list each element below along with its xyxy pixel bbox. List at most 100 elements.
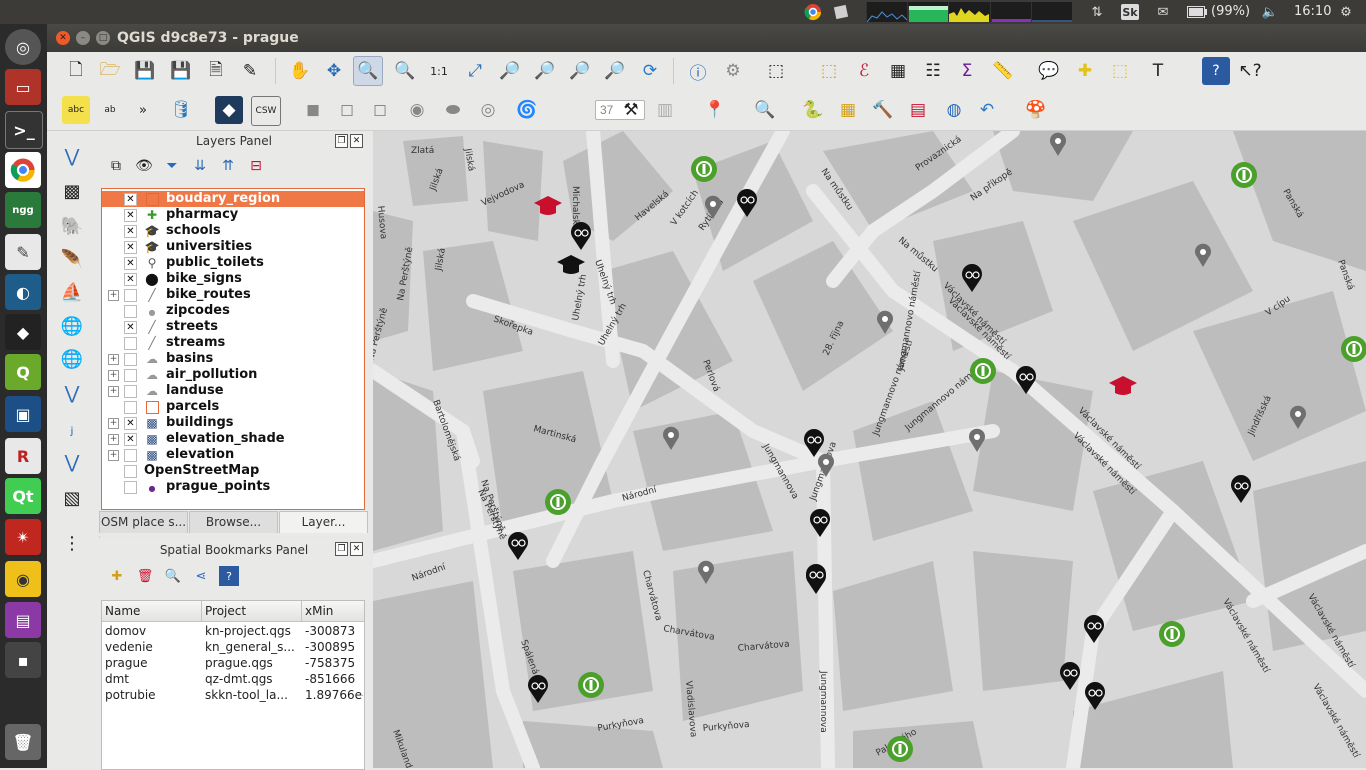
digitize-ellipse-icon[interactable]: ⬬: [439, 96, 467, 124]
layer-row[interactable]: ✕ ╱ streets: [102, 319, 364, 335]
zoom-to-layer-icon[interactable]: 🔎: [531, 57, 559, 85]
identify-features-icon[interactable]: ⓘ: [684, 57, 712, 85]
map-canvas[interactable]: Zlatá Jilská Jilská Jilská Husova Vejvodova Mi…: [373, 131, 1366, 768]
layer-row[interactable]: ✕ 🎓 schools: [102, 223, 364, 239]
pharmacy-icon[interactable]: [578, 672, 604, 698]
browser-app-icon[interactable]: ◐: [5, 274, 41, 310]
expand-toggle[interactable]: +: [108, 450, 119, 461]
digitize-node-icon[interactable]: ◻: [333, 96, 361, 124]
zoom-last-icon[interactable]: 🔎: [566, 57, 594, 85]
layer-visibility-checkbox[interactable]: ✕: [124, 193, 137, 206]
layer-row[interactable]: ✕ 🎓 universities: [102, 239, 364, 255]
new-bookmark-icon[interactable]: ✚: [107, 566, 127, 586]
tab-layers[interactable]: Layer...: [279, 511, 368, 533]
layer-visibility-checkbox[interactable]: [124, 481, 137, 494]
table-row[interactable]: vedenie kn_general_s... -300895: [102, 639, 364, 655]
webcam-app-icon[interactable]: ◉: [5, 561, 41, 597]
pan-to-selection-icon[interactable]: ✥: [320, 57, 348, 85]
expand-toggle[interactable]: +: [108, 290, 119, 301]
table-row[interactable]: dmt qz-dmt.qgs -851666: [102, 671, 364, 687]
add-delimited-text-icon[interactable]: ⱼ: [57, 413, 87, 443]
layer-visibility-checkbox[interactable]: [124, 289, 137, 302]
layer-visibility-checkbox[interactable]: [124, 305, 137, 318]
layer-row[interactable]: + ☁ landuse: [102, 383, 364, 399]
add-wcs-layer-icon[interactable]: 🌐: [57, 344, 87, 374]
network-icon[interactable]: ⇅: [1087, 2, 1107, 22]
help-icon[interactable]: ?: [219, 566, 239, 586]
network-app-icon[interactable]: ✴: [5, 519, 41, 555]
new-bookmark-icon[interactable]: ✚: [1071, 57, 1099, 85]
new-gpx-layer-icon[interactable]: ▧: [57, 483, 87, 513]
layer-row[interactable]: + ☁ air_pollution: [102, 367, 364, 383]
zoom-to-selection-icon[interactable]: 🔎: [496, 57, 524, 85]
pharmacy-icon[interactable]: [691, 156, 717, 182]
layer-row[interactable]: ╱ streams: [102, 335, 364, 351]
mail-icon[interactable]: ✉: [1153, 2, 1173, 22]
layer-visibility-checkbox[interactable]: [124, 369, 137, 382]
column-header-xmin[interactable]: xMin: [302, 601, 364, 621]
add-vector-layer-icon[interactable]: ⋁: [57, 141, 87, 171]
layer-row[interactable]: ● zipcodes: [102, 303, 364, 319]
deselect-all-icon[interactable]: ⬚: [815, 57, 843, 85]
tab-browser[interactable]: Browse...: [189, 511, 278, 533]
trash-icon[interactable]: 🗑: [5, 724, 41, 760]
save-as-icon[interactable]: 💾: [167, 57, 195, 85]
search-icon[interactable]: 🔍: [751, 96, 779, 124]
toolbar-overflow-icon[interactable]: »: [129, 96, 157, 124]
expand-toggle[interactable]: +: [108, 354, 119, 365]
digitize-square-icon[interactable]: ◼: [299, 96, 327, 124]
label-settings-icon[interactable]: ab: [96, 96, 124, 124]
expand-toggle[interactable]: +: [108, 370, 119, 381]
select-features-icon[interactable]: ⬚: [762, 57, 790, 85]
layer-row[interactable]: ✕ ⬤ bike_signs: [102, 271, 364, 287]
layer-row[interactable]: OpenStreetMap: [102, 463, 364, 479]
zoom-next-icon[interactable]: 🔎: [601, 57, 629, 85]
add-raster-layer-icon[interactable]: ▩: [57, 176, 87, 206]
python-console-icon[interactable]: 🐍: [799, 96, 827, 124]
layer-visibility-checkbox[interactable]: ✕: [124, 321, 137, 334]
delete-bookmark-icon[interactable]: 🗑: [135, 566, 155, 586]
globe-plugin-icon[interactable]: ◍: [940, 96, 968, 124]
run-feature-action-icon[interactable]: ⚙: [719, 57, 747, 85]
clock[interactable]: 16:10: [1294, 4, 1331, 19]
pharmacy-icon[interactable]: [970, 358, 996, 384]
layer-visibility-checkbox[interactable]: ✕: [124, 273, 137, 286]
map-tips-icon[interactable]: 💬: [1035, 57, 1063, 85]
whats-this-icon[interactable]: ↖?: [1236, 57, 1264, 85]
open-project-icon[interactable]: 🗁: [96, 57, 124, 85]
workspace-app-icon[interactable]: ▤: [5, 602, 41, 638]
layer-visibility-checkbox[interactable]: [124, 385, 137, 398]
expand-toggle[interactable]: +: [108, 418, 119, 429]
layer-row[interactable]: + ✕ ▩ elevation_shade: [102, 431, 364, 447]
pharmacy-icon[interactable]: [887, 736, 913, 762]
dash-home-icon[interactable]: ◎: [5, 29, 41, 65]
float-panel-button[interactable]: ❐: [335, 134, 348, 148]
layer-row[interactable]: parcels: [102, 399, 364, 415]
zoom-to-bookmark-icon[interactable]: 🔍: [163, 566, 183, 586]
manage-visibility-icon[interactable]: 👁: [133, 155, 155, 177]
label-toolbar-icon[interactable]: abc: [62, 96, 90, 124]
app-tray-icon[interactable]: [831, 2, 851, 22]
filter-legend-icon[interactable]: ⏷: [161, 155, 183, 177]
layer-row[interactable]: ✕ boudary_region: [102, 191, 364, 207]
expand-all-icon[interactable]: ⇊: [189, 155, 211, 177]
collapse-toolbar-icon[interactable]: ⋮: [57, 528, 87, 558]
composer-manager-icon[interactable]: ✎: [236, 57, 264, 85]
files-app-icon[interactable]: ▭: [5, 69, 41, 105]
layer-visibility-checkbox[interactable]: [124, 449, 137, 462]
add-mssql-layer-icon[interactable]: ⛵: [57, 277, 87, 307]
statistics-panel-icon[interactable]: ☷: [919, 57, 947, 85]
expand-toggle[interactable]: +: [108, 434, 119, 445]
db-manager-icon[interactable]: 🛢: [167, 96, 195, 124]
pharmacy-icon[interactable]: [545, 489, 571, 515]
show-statistical-summary-icon[interactable]: Σ: [953, 57, 981, 85]
qt-creator-app-icon[interactable]: Qt: [5, 478, 41, 514]
layer-visibility-checkbox[interactable]: [124, 337, 137, 350]
open-attribute-table-icon[interactable]: ▦: [884, 57, 912, 85]
pharmacy-icon[interactable]: [1159, 621, 1185, 647]
layer-visibility-checkbox[interactable]: ✕: [124, 433, 137, 446]
layer-row[interactable]: + ▩ elevation: [102, 447, 364, 463]
table-row[interactable]: prague prague.qgs -758375: [102, 655, 364, 671]
layer-row[interactable]: ● prague_points: [102, 479, 364, 495]
add-postgis-layer-icon[interactable]: 🐘: [57, 211, 87, 241]
